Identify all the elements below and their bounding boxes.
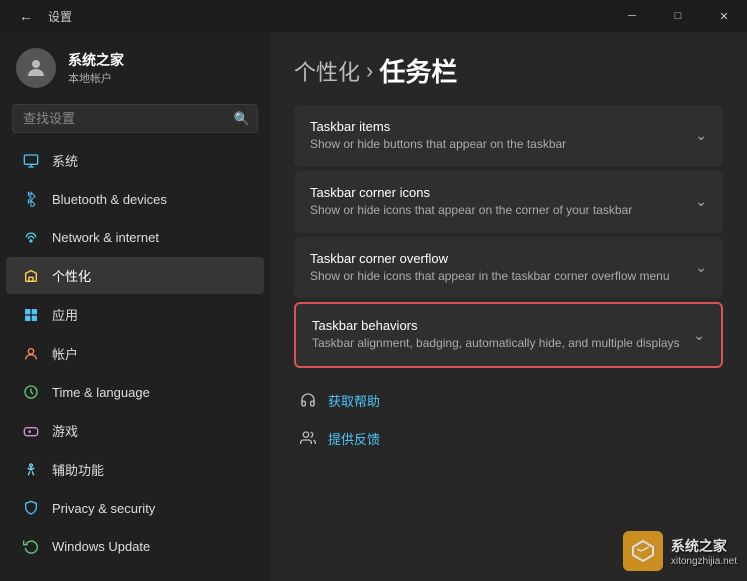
avatar: [16, 48, 56, 88]
sidebar-item-network[interactable]: Network & internet: [6, 219, 264, 255]
headset-icon: [298, 390, 318, 410]
breadcrumb: 个性化 › 任务栏: [294, 52, 723, 89]
setting-text: Taskbar items Show or hide buttons that …: [310, 119, 683, 153]
setting-taskbar-behaviors[interactable]: Taskbar behaviors Taskbar alignment, bad…: [294, 302, 723, 368]
setting-title: Taskbar corner icons: [310, 185, 683, 200]
feedback-icon: [298, 428, 318, 448]
update-icon: [22, 537, 40, 555]
sidebar-item-label-gaming: 游戏: [52, 421, 78, 440]
sidebar-item-label-apps: 应用: [52, 305, 78, 324]
search-input[interactable]: [12, 104, 258, 133]
titlebar-controls: ─ □ ✕: [609, 0, 747, 32]
sidebar: 系统之家 本地帐户 🔍 系统 Bluetooth & devices: [0, 32, 270, 581]
setting-title: Taskbar corner overflow: [310, 251, 683, 266]
watermark: 系统之家 xitongzhijia.net: [623, 531, 737, 571]
setting-title: Taskbar behaviors: [312, 318, 681, 333]
setting-taskbar-corner-icons[interactable]: Taskbar corner icons Show or hide icons …: [294, 171, 723, 233]
watermark-text: 系统之家 xitongzhijia.net: [671, 536, 737, 567]
breadcrumb-current: 任务栏: [379, 52, 457, 89]
sidebar-item-personalization[interactable]: 个性化: [6, 257, 264, 294]
watermark-logo: [623, 531, 663, 571]
sidebar-item-system[interactable]: 系统: [6, 142, 264, 179]
main-layout: 系统之家 本地帐户 🔍 系统 Bluetooth & devices: [0, 32, 747, 581]
chevron-down-icon: ⌄: [695, 259, 707, 276]
setting-text: Taskbar corner overflow Show or hide ico…: [310, 251, 683, 285]
user-info: 系统之家 本地帐户: [68, 50, 124, 86]
sidebar-item-label-bluetooth: Bluetooth & devices: [52, 192, 167, 207]
feedback-label: 提供反馈: [328, 429, 380, 448]
chevron-down-icon: ⌄: [695, 193, 707, 210]
sidebar-item-label-update: Windows Update: [52, 539, 150, 554]
setting-desc: Taskbar alignment, badging, automaticall…: [312, 335, 681, 352]
sidebar-item-accounts[interactable]: 帐户: [6, 335, 264, 372]
search-box: 🔍: [12, 104, 258, 133]
setting-desc: Show or hide buttons that appear on the …: [310, 136, 683, 153]
apps-icon: [22, 306, 40, 324]
maximize-button[interactable]: □: [655, 0, 701, 32]
titlebar: ← 设置 ─ □ ✕: [0, 0, 747, 32]
get-help-label: 获取帮助: [328, 391, 380, 410]
sidebar-item-update[interactable]: Windows Update: [6, 528, 264, 564]
user-type: 本地帐户: [68, 70, 124, 86]
sidebar-item-bluetooth[interactable]: Bluetooth & devices: [6, 181, 264, 217]
system-icon: [22, 152, 40, 170]
search-icon: 🔍: [234, 111, 250, 127]
gaming-icon: [22, 422, 40, 440]
close-button[interactable]: ✕: [701, 0, 747, 32]
bluetooth-icon: [22, 190, 40, 208]
sidebar-item-label-time: Time & language: [52, 385, 150, 400]
accounts-icon: [22, 345, 40, 363]
setting-title: Taskbar items: [310, 119, 683, 134]
accessibility-icon: [22, 461, 40, 479]
chevron-down-icon: ⌄: [695, 127, 707, 144]
help-links: 获取帮助 提供反馈: [294, 384, 723, 454]
sidebar-item-accessibility[interactable]: 辅助功能: [6, 451, 264, 488]
feedback-link[interactable]: 提供反馈: [294, 422, 723, 454]
breadcrumb-parent: 个性化: [294, 55, 360, 87]
watermark-title: 系统之家: [671, 536, 737, 556]
sidebar-item-label-accounts: 帐户: [52, 344, 78, 363]
back-button[interactable]: ←: [12, 2, 40, 30]
sidebar-item-time[interactable]: Time & language: [6, 374, 264, 410]
user-name: 系统之家: [68, 50, 124, 70]
chevron-down-icon: ⌄: [693, 327, 705, 344]
sidebar-item-label-network: Network & internet: [52, 230, 159, 245]
sidebar-item-label-system: 系统: [52, 151, 78, 170]
setting-text: Taskbar corner icons Show or hide icons …: [310, 185, 683, 219]
settings-list: Taskbar items Show or hide buttons that …: [294, 105, 723, 368]
sidebar-item-label-privacy: Privacy & security: [52, 501, 155, 516]
breadcrumb-separator: ›: [366, 58, 373, 84]
time-icon: [22, 383, 40, 401]
content-area: 个性化 › 任务栏 Taskbar items Show or hide but…: [270, 32, 747, 581]
setting-taskbar-corner-overflow[interactable]: Taskbar corner overflow Show or hide ico…: [294, 237, 723, 299]
titlebar-title: 设置: [48, 8, 72, 25]
setting-desc: Show or hide icons that appear on the co…: [310, 202, 683, 219]
sidebar-item-label-personalization: 个性化: [52, 266, 91, 285]
setting-desc: Show or hide icons that appear in the ta…: [310, 268, 683, 285]
setting-text: Taskbar behaviors Taskbar alignment, bad…: [312, 318, 681, 352]
user-section: 系统之家 本地帐户: [0, 32, 270, 100]
watermark-url: xitongzhijia.net: [671, 556, 737, 567]
personalization-icon: [22, 267, 40, 285]
sidebar-item-label-accessibility: 辅助功能: [52, 460, 104, 479]
network-icon: [22, 228, 40, 246]
get-help-link[interactable]: 获取帮助: [294, 384, 723, 416]
sidebar-item-apps[interactable]: 应用: [6, 296, 264, 333]
sidebar-item-gaming[interactable]: 游戏: [6, 412, 264, 449]
sidebar-item-privacy[interactable]: Privacy & security: [6, 490, 264, 526]
privacy-icon: [22, 499, 40, 517]
minimize-button[interactable]: ─: [609, 0, 655, 32]
setting-taskbar-items[interactable]: Taskbar items Show or hide buttons that …: [294, 105, 723, 167]
